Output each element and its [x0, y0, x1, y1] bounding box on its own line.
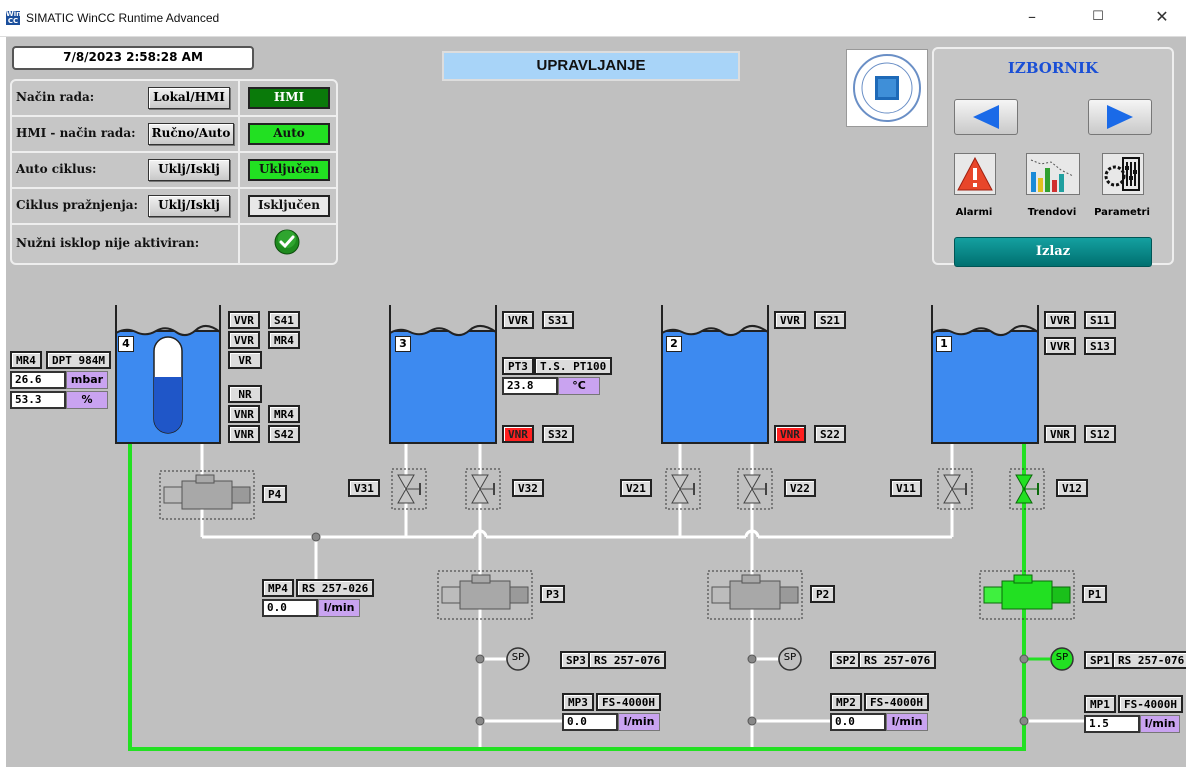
mr4-pressure-unit: mbar [66, 371, 108, 389]
tank-2 [661, 305, 769, 444]
mp1-name: MP1 [1084, 695, 1116, 713]
tank1-vvr2-tag: VVR [1044, 337, 1076, 355]
tank-4 [115, 305, 221, 444]
sp2-symbol: SP [783, 652, 797, 663]
valve-v22[interactable] [737, 468, 773, 510]
minimize-button[interactable]: – [1010, 4, 1054, 30]
tank-1 [931, 305, 1039, 444]
mp1-model: FS-4000H [1118, 695, 1183, 713]
tank4-nr-tag: NR [228, 385, 262, 403]
tank1-vnr-tag: VNR [1044, 425, 1076, 443]
mp4-flow-value: 0.0 [262, 599, 318, 617]
mr4-pressure-value: 26.6 [10, 371, 66, 389]
valve-v22-label: V22 [784, 479, 816, 497]
pt3-temperature-unit: °C [558, 377, 600, 395]
tank3-vvr-tag: VVR [502, 311, 534, 329]
tank4-vvr2-tag: VVR [228, 331, 260, 349]
mr4-level-unit: % [66, 391, 108, 409]
tank4-s41-tag: S41 [268, 311, 300, 329]
mp1-flow-unit: l/min [1140, 715, 1180, 733]
valve-v11[interactable] [937, 468, 973, 510]
mp1-flow-value: 1.5 [1084, 715, 1140, 733]
valve-v31[interactable] [391, 468, 427, 510]
tank1-s11-tag: S11 [1084, 311, 1116, 329]
sp1-symbol: SP [1055, 652, 1069, 663]
tank4-vr-tag: VR [228, 351, 262, 369]
hmi-screen: 7/8/2023 2:58:28 AM Način rada: Lokal/HM… [6, 37, 1186, 767]
mp2-model: FS-4000H [864, 693, 929, 711]
tank4-vnr2-tag: VNR [228, 425, 260, 443]
maximize-button[interactable]: ☐ [1076, 4, 1120, 30]
valve-v12[interactable] [1009, 468, 1045, 510]
pump-p4[interactable] [159, 470, 255, 520]
mp3-flow-unit: l/min [618, 713, 660, 731]
pump-p1-label: P1 [1082, 585, 1108, 603]
pump-p2-label: P2 [810, 585, 836, 603]
tank1-s12-tag: S12 [1084, 425, 1116, 443]
mp2-name: MP2 [830, 693, 862, 711]
valve-v11-label: V11 [890, 479, 922, 497]
tank4-s42-tag: S42 [268, 425, 300, 443]
pump-p1[interactable] [979, 570, 1075, 620]
tank2-vnr-alarm-tag: VNR [774, 425, 806, 443]
tank1-s13-tag: S13 [1084, 337, 1116, 355]
sp3-symbol: SP [511, 652, 525, 663]
tank1-number: 1 [936, 336, 952, 352]
pump-p3-label: P3 [540, 585, 566, 603]
valve-v21[interactable] [665, 468, 701, 510]
tank2-s22-tag: S22 [814, 425, 846, 443]
tank-3 [389, 305, 497, 444]
sp2-model: RS 257-076 [858, 651, 937, 669]
tank4-mr4b-tag: MR4 [268, 405, 300, 423]
valve-v32-label: V32 [512, 479, 544, 497]
mp3-flow-value: 0.0 [562, 713, 618, 731]
mp4-name: MP4 [262, 579, 294, 597]
mp4-model: RS 257-026 [296, 579, 375, 597]
tank1-vvr-tag: VVR [1044, 311, 1076, 329]
sp1-model: RS 257-076 [1112, 651, 1186, 669]
mp3-name: MP3 [562, 693, 594, 711]
mr4-sensor-name: MR4 [10, 351, 42, 369]
valve-v12-label: V12 [1056, 479, 1088, 497]
valve-v21-label: V21 [620, 479, 652, 497]
pump-p2[interactable] [707, 570, 803, 620]
mr4-sensor-model: DPT 984M [46, 351, 111, 369]
tank2-s21-tag: S21 [814, 311, 846, 329]
window-title: SIMATIC WinCC Runtime Advanced [26, 11, 220, 25]
tank3-number: 3 [395, 336, 411, 352]
sp3-model: RS 257-076 [588, 651, 667, 669]
pump-p4-label: P4 [262, 485, 288, 503]
mp3-model: FS-4000H [596, 693, 661, 711]
mp4-flow-unit: l/min [318, 599, 360, 617]
tank4-vnr-tag: VNR [228, 405, 260, 423]
pt3-temperature-value: 23.8 [502, 377, 558, 395]
valve-v32[interactable] [465, 468, 501, 510]
pt3-sensor-model: T.S. PT100 [534, 357, 613, 375]
tank4-mr4-tag: MR4 [268, 331, 300, 349]
tank3-s31-tag: S31 [542, 311, 574, 329]
close-button[interactable]: ✕ [1140, 4, 1184, 30]
pump-p3[interactable] [437, 570, 533, 620]
tank2-number: 2 [666, 336, 682, 352]
tank2-vvr-tag: VVR [774, 311, 806, 329]
pt3-sensor-name: PT3 [502, 357, 534, 375]
app-icon: Win CC [6, 10, 22, 25]
tank4-number: 4 [118, 336, 134, 352]
mp2-flow-value: 0.0 [830, 713, 886, 731]
valve-v31-label: V31 [348, 479, 380, 497]
tank4-vvr-tag: VVR [228, 311, 260, 329]
tank3-s32-tag: S32 [542, 425, 574, 443]
window-titlebar: Win CC SIMATIC WinCC Runtime Advanced – ☐… [0, 0, 1186, 37]
mr4-level-value: 53.3 [10, 391, 66, 409]
tank3-vnr-alarm-tag: VNR [502, 425, 534, 443]
mp2-flow-unit: l/min [886, 713, 928, 731]
